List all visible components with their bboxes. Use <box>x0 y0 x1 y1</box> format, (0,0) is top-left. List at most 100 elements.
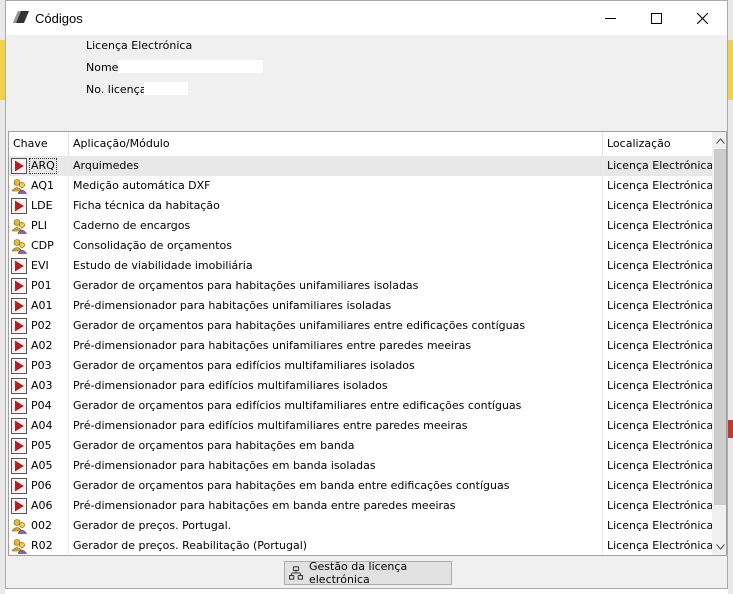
minimize-button[interactable] <box>587 1 633 35</box>
cell-location: Licença Electrónica <box>607 419 712 432</box>
cell-key: P02 <box>9 316 69 336</box>
cell-application: Gerador de orçamentos para habitações em… <box>69 476 603 496</box>
cell-application: Gerador de orçamentos para habitações em… <box>69 436 603 456</box>
cell-location: Licença Electrónica <box>607 259 712 272</box>
play-icon <box>11 438 27 454</box>
cell-location: Licença Electrónica <box>607 179 712 192</box>
cell-key: EVI <box>9 256 69 276</box>
cell-location: Licença Electrónica <box>607 299 712 312</box>
cell-location: Licença Electrónica <box>607 379 712 392</box>
table-row[interactable]: P03 Gerador de orçamentos para edifícios … <box>9 356 712 376</box>
license-heading: Licença Electrónica <box>86 39 193 52</box>
row-key: A06 <box>31 499 53 512</box>
row-key: A01 <box>31 299 53 312</box>
row-key: LDE <box>31 199 53 212</box>
cell-key: AQ1 <box>9 176 69 196</box>
row-key: AQ1 <box>31 179 54 192</box>
cell-location: Licença Electrónica <box>607 339 712 352</box>
row-key: A05 <box>31 459 53 472</box>
cell-location: Licença Electrónica <box>607 159 712 172</box>
row-key: A04 <box>31 419 53 432</box>
manage-license-button[interactable]: Gestão da licença electrónica <box>284 560 452 586</box>
table-row[interactable]: ARQ Arquimedes Licença Electrónica <box>9 156 712 176</box>
column-header-key[interactable]: Chave <box>9 132 69 156</box>
play-icon <box>11 478 27 494</box>
table-row[interactable]: AQ1 Medição automática DXF Licença Electró… <box>9 176 712 196</box>
table-row[interactable]: LDE Ficha técnica da habitação Licença Ele… <box>9 196 712 216</box>
license-number-label: No. licença: <box>86 83 151 96</box>
play-icon <box>11 358 27 374</box>
cell-application: Gerador de preços. Portugal. <box>69 516 603 536</box>
maximize-button[interactable] <box>633 1 679 35</box>
users-icon <box>11 178 28 194</box>
close-button[interactable] <box>679 1 725 35</box>
cell-key: ARQ <box>9 156 69 176</box>
users-icon <box>11 218 28 234</box>
row-key: P05 <box>31 439 52 452</box>
play-icon <box>11 278 27 294</box>
table-header: Chave Aplicação/Módulo Localização <box>9 132 712 157</box>
scroll-up-button[interactable] <box>712 132 726 149</box>
close-icon <box>696 12 708 24</box>
table-row[interactable]: P05 Gerador de orçamentos para habitações… <box>9 436 712 456</box>
table-row[interactable]: A05 Pré-dimensionador para habitações em … <box>9 456 712 476</box>
play-icon <box>11 298 27 314</box>
table-row[interactable]: P01 Gerador de orçamentos para habitações… <box>9 276 712 296</box>
row-key: 002 <box>31 519 52 532</box>
cell-application: Gerador de preços. Reabilitação (Portuga… <box>69 536 603 555</box>
cell-key: 002 <box>9 516 69 536</box>
row-key: P01 <box>31 279 52 292</box>
table-row[interactable]: EVI Estudo de viabilidade imobiliária Lice… <box>9 256 712 276</box>
table-row[interactable]: P06 Gerador de orçamentos para habitações… <box>9 476 712 496</box>
table-row[interactable]: A04 Pré-dimensionador para edifícios mult… <box>9 416 712 436</box>
vertical-scrollbar[interactable] <box>712 132 726 555</box>
window-title: Códigos <box>35 11 83 26</box>
row-key: A03 <box>31 379 53 392</box>
cell-location: Licença Electrónica <box>607 279 712 292</box>
eraser-icon <box>13 11 29 23</box>
cell-application: Pré-dimensionador para habitações em ban… <box>69 456 603 476</box>
cell-key: A03 <box>9 376 69 396</box>
scroll-down-button[interactable] <box>712 538 726 555</box>
play-icon <box>11 398 27 414</box>
title-bar[interactable]: Códigos <box>6 1 727 35</box>
cell-location: Licença Electrónica <box>607 479 712 492</box>
cell-application: Consolidação de orçamentos <box>69 236 603 256</box>
table-row[interactable]: R02 Gerador de preços. Reabilitação (Port… <box>9 536 712 555</box>
table-row[interactable]: A01 Pré-dimensionador para habitações uni… <box>9 296 712 316</box>
row-key: P06 <box>31 479 52 492</box>
cell-location: Licença Electrónica <box>607 239 712 252</box>
table-body: ARQ Arquimedes Licença Electrónica AQ1 Mediç… <box>9 156 712 555</box>
scrollbar-thumb[interactable] <box>714 149 726 505</box>
cell-location: Licença Electrónica <box>607 219 712 232</box>
play-icon <box>11 498 27 514</box>
play-icon <box>11 338 27 354</box>
users-icon <box>11 538 28 554</box>
cell-key: LDE <box>9 196 69 216</box>
column-header-location[interactable]: Localização <box>603 132 712 156</box>
manage-license-label: Gestão da licença electrónica <box>308 560 408 586</box>
cell-application: Gerador de orçamentos para habitações un… <box>69 316 603 336</box>
play-icon <box>11 458 27 474</box>
cell-location: Licença Electrónica <box>607 439 712 452</box>
table-row[interactable]: 002 Gerador de preços. Portugal. Licença E… <box>9 516 712 536</box>
table-row[interactable]: P02 Gerador de orçamentos para habitações… <box>9 316 712 336</box>
cell-application: Gerador de orçamentos para habitações un… <box>69 276 603 296</box>
table-row[interactable]: CDP Consolidação de orçamentos Licença Ele… <box>9 236 712 256</box>
cell-key: A02 <box>9 336 69 356</box>
play-icon <box>11 198 27 214</box>
table-row[interactable]: P04 Gerador de orçamentos para edifícios … <box>9 396 712 416</box>
codes-dialog: Códigos Licença Electrónica Nome: No. li… <box>5 0 728 589</box>
maximize-icon <box>650 12 662 24</box>
network-icon <box>289 566 303 580</box>
column-header-application[interactable]: Aplicação/Módulo <box>69 132 603 156</box>
table-row[interactable]: A03 Pré-dimensionador para edifícios mult… <box>9 376 712 396</box>
play-icon <box>11 418 27 434</box>
table-row[interactable]: PLI Caderno de encargos Licença Electrónic… <box>9 216 712 236</box>
name-label: Nome: <box>86 61 123 74</box>
play-icon <box>11 378 27 394</box>
cell-location: Licença Electrónica <box>607 399 712 412</box>
cell-location: Licença Electrónica <box>607 199 712 212</box>
table-row[interactable]: A06 Pré-dimensionador para habitações em … <box>9 496 712 516</box>
table-row[interactable]: A02 Pré-dimensionador para habitações uni… <box>9 336 712 356</box>
